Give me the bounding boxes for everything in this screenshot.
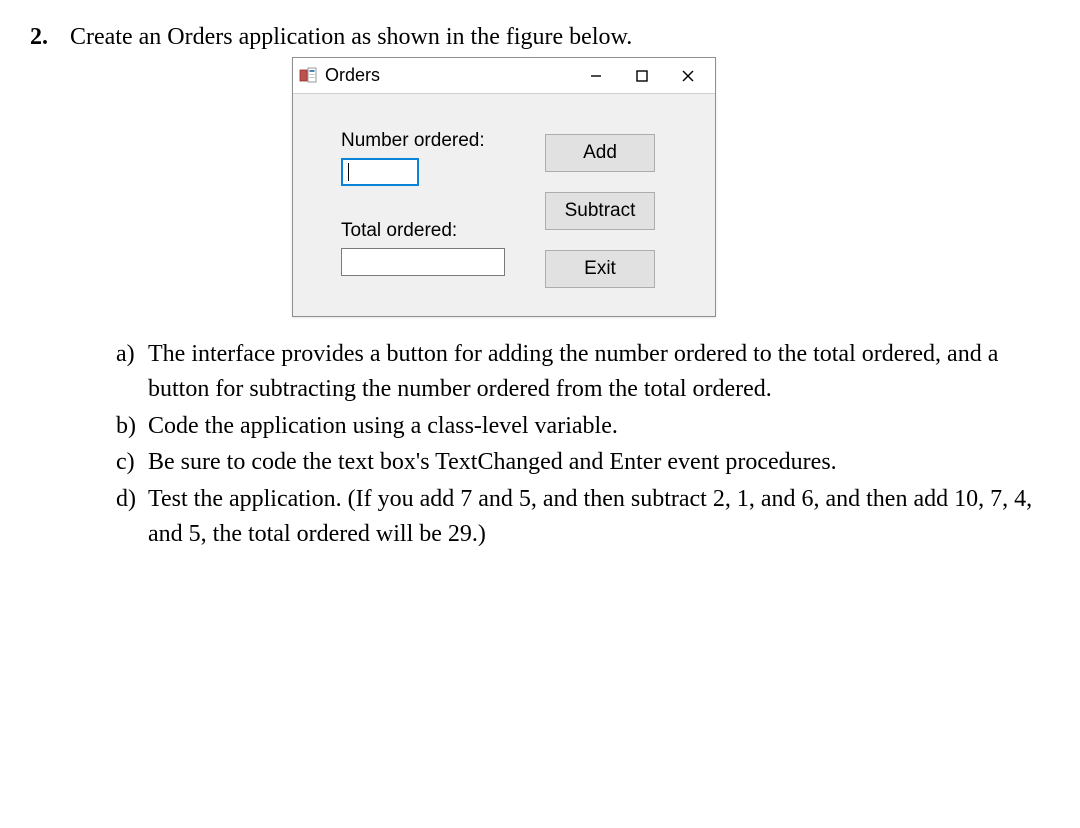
window-controls [573,58,711,94]
total-ordered-group: Total ordered: [341,220,505,276]
total-ordered-label: Total ordered: [341,220,505,242]
sub-letter: b) [116,409,148,444]
number-ordered-group: Number ordered: [341,130,505,186]
text-caret [348,163,349,181]
left-column: Number ordered: Total ordered: [341,130,505,288]
total-ordered-input[interactable] [341,248,505,276]
question-intro: Create an Orders application as shown in… [70,24,1050,51]
figure-wrap: Orders [70,57,1050,317]
question-body: Create an Orders application as shown in… [70,24,1050,554]
sub-list: a) The interface provides a button for a… [70,337,1050,552]
minimize-button[interactable] [573,58,619,94]
window-title: Orders [325,65,573,86]
question-number: 2. [30,24,56,51]
close-button[interactable] [665,58,711,94]
number-ordered-label: Number ordered: [341,130,505,152]
orders-window: Orders [292,57,716,317]
sub-text: Be sure to code the text box's TextChang… [148,445,1050,480]
subtract-button[interactable]: Subtract [545,192,655,230]
client-area: Number ordered: Total ordered: Add Subt [293,94,715,316]
sub-item-b: b) Code the application using a class-le… [116,409,1050,444]
question-2: 2. Create an Orders application as shown… [30,24,1050,554]
sub-item-a: a) The interface provides a button for a… [116,337,1050,407]
sub-text: Test the application. (If you add 7 and … [148,482,1050,552]
sub-letter: a) [116,337,148,372]
app-icon [299,67,317,85]
sub-text: The interface provides a button for addi… [148,337,1050,407]
sub-letter: c) [116,445,148,480]
number-ordered-input[interactable] [341,158,419,186]
right-column: Add Subtract Exit [545,130,655,288]
add-button[interactable]: Add [545,134,655,172]
maximize-button[interactable] [619,58,665,94]
exit-button[interactable]: Exit [545,250,655,288]
sub-item-d: d) Test the application. (If you add 7 a… [116,482,1050,552]
sub-text: Code the application using a class-level… [148,409,1050,444]
sub-letter: d) [116,482,148,517]
sub-item-c: c) Be sure to code the text box's TextCh… [116,445,1050,480]
titlebar: Orders [293,58,715,94]
